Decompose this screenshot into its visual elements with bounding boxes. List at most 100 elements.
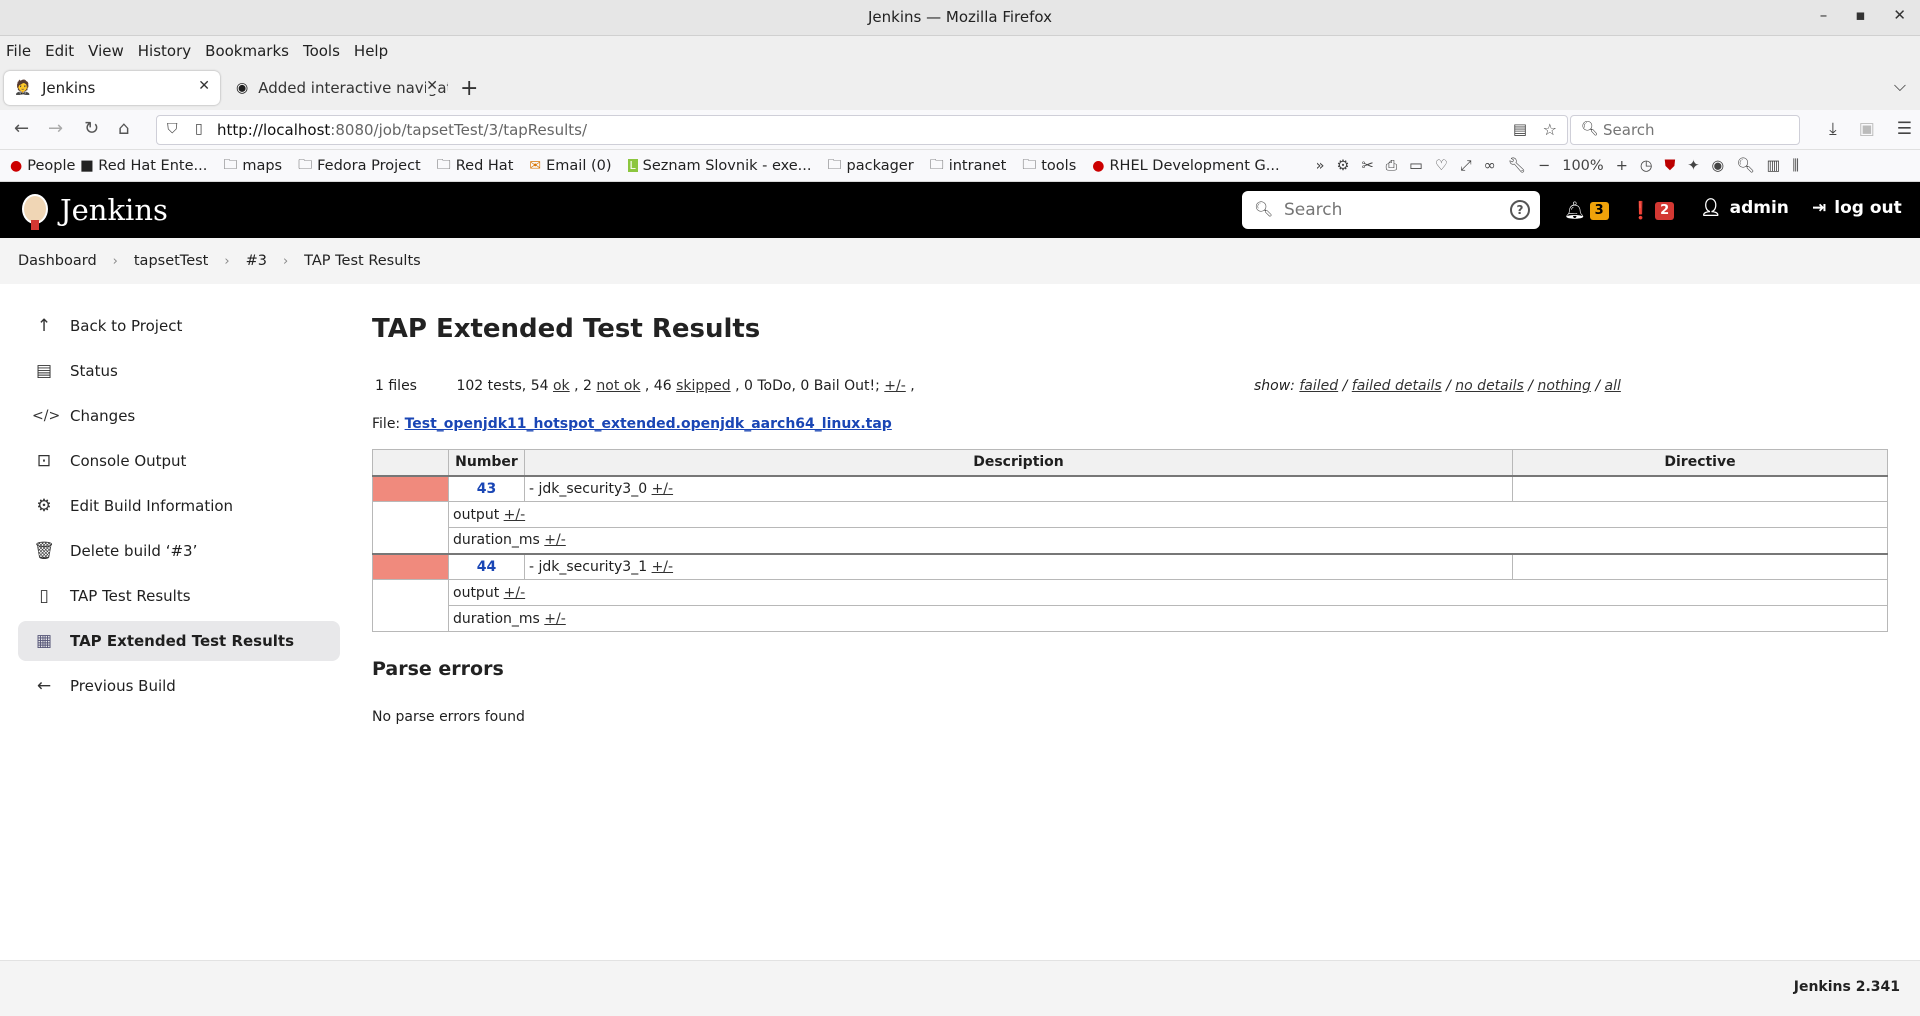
menu-edit[interactable]: Edit — [45, 42, 74, 60]
sidebar-item-edit-build-information[interactable]: ⚙ Edit Build Information — [18, 486, 340, 526]
help-icon[interactable]: ? — [1510, 200, 1530, 220]
search-icon[interactable]: 🔍︎ — [1736, 157, 1754, 174]
duration-toggle-link[interactable]: +/- — [544, 532, 566, 548]
menu-history[interactable]: History — [138, 42, 191, 60]
breadcrumb-dashboard[interactable]: Dashboard — [18, 253, 97, 269]
url-bar[interactable]: ⛉ ▯ http://localhost:8080/job/tapsetTest… — [156, 115, 1568, 145]
sidebar-item-back-to-project[interactable]: ↑ Back to Project — [18, 306, 340, 346]
show-no-details-link[interactable]: no details — [1455, 378, 1524, 394]
reader-icon[interactable]: ▥ — [1767, 158, 1781, 174]
output-toggle-link[interactable]: +/- — [504, 585, 526, 601]
sidebar-item-status[interactable]: ▤ Status — [18, 351, 340, 391]
browser-search-input[interactable] — [1601, 119, 1791, 141]
show-failed-details-link[interactable]: failed details — [1352, 378, 1442, 394]
breadcrumb-project[interactable]: tapsetTest — [134, 253, 209, 269]
skipped-link[interactable]: skipped — [676, 378, 731, 394]
print-icon[interactable]: ⎙ — [1386, 158, 1398, 174]
pocket-icon[interactable]: ♡ — [1435, 158, 1448, 174]
not-ok-link[interactable]: not ok — [596, 378, 640, 394]
close-tab-icon[interactable]: ✕ — [198, 78, 210, 94]
description-toggle-link[interactable]: +/- — [652, 481, 674, 497]
mask-icon[interactable]: ∞ — [1484, 158, 1496, 174]
extension-icon[interactable]: ✦ — [1687, 158, 1699, 174]
shield-icon[interactable]: ⛉ — [167, 121, 178, 137]
tab-github[interactable]: ◉ Added interactive navigati ✕ — [226, 71, 448, 105]
ok-link[interactable]: ok — [553, 378, 570, 394]
bookmark-item[interactable]: ✉ Email (0) — [529, 158, 611, 174]
breadcrumb-build[interactable]: #3 — [246, 253, 267, 269]
bookmark-star-icon[interactable]: ☆ — [1543, 120, 1557, 139]
maximize-icon[interactable]: ▪ — [1855, 6, 1865, 24]
close-window-icon[interactable]: ✕ — [1893, 6, 1906, 24]
chevron-down-icon[interactable]: ⌵ — [1894, 76, 1906, 96]
bookmark-item[interactable]: ● RHEL Development G... — [1092, 158, 1279, 174]
reload-icon[interactable]: ↻ — [84, 118, 99, 139]
forward-icon[interactable]: → — [48, 118, 63, 139]
bookmark-item[interactable]: ● People ■ Red Hat Ente... — [10, 158, 207, 174]
user-menu[interactable]: 👤︎ admin — [1700, 198, 1789, 218]
menu-file[interactable]: File — [6, 42, 31, 60]
show-all-link[interactable]: all — [1605, 378, 1621, 394]
output-toggle-link[interactable]: +/- — [504, 507, 526, 523]
breadcrumb-tap-results[interactable]: TAP Test Results — [304, 253, 421, 269]
jenkins-version[interactable]: Jenkins 2.341 — [1794, 979, 1900, 995]
menu-help[interactable]: Help — [354, 42, 388, 60]
sidebar-item-tap-extended-test-results[interactable]: ▦ TAP Extended Test Results — [18, 621, 340, 661]
home-icon[interactable]: ⌂ — [118, 118, 129, 139]
sidebar-item-changes[interactable]: </> Changes — [18, 396, 340, 436]
bookmark-item[interactable]: 🗀 intranet — [930, 154, 1007, 178]
description-toggle-link[interactable]: +/- — [652, 559, 674, 575]
new-tab-icon[interactable]: + — [460, 76, 478, 101]
tap-file-link[interactable]: Test_openjdk11_hotspot_extended.openjdk_… — [405, 416, 892, 432]
sidebar-item-console-output[interactable]: ⊡ Console Output — [18, 441, 340, 481]
show-nothing-link[interactable]: nothing — [1537, 378, 1590, 394]
menu-tools[interactable]: Tools — [303, 42, 340, 60]
zoom-out-icon[interactable]: − — [1538, 158, 1550, 174]
ublock-icon[interactable]: ⛊ — [1665, 158, 1676, 174]
sidebar-item-tap-test-results[interactable]: ▯ TAP Test Results — [18, 576, 340, 616]
extension-icon[interactable]: ▣ — [1859, 119, 1875, 139]
bookmark-item[interactable]: 🗀 tools — [1022, 154, 1076, 178]
test-number[interactable]: 43 — [448, 474, 525, 502]
security-alerts-button[interactable]: ❗ 2 — [1630, 201, 1675, 221]
browser-search-box[interactable]: 🔍︎ — [1570, 115, 1800, 145]
bookmark-item[interactable]: 🗀 maps — [223, 154, 282, 178]
menu-view[interactable]: View — [88, 42, 124, 60]
back-icon[interactable]: ← — [14, 118, 29, 139]
more-bookmarks-icon[interactable]: » — [1316, 158, 1325, 174]
sidebar-item-previous-build[interactable]: ← Previous Build — [18, 666, 340, 706]
tab-jenkins[interactable]: 🤵 Jenkins ✕ — [4, 71, 220, 105]
sidebar-icon[interactable]: ▭ — [1409, 158, 1423, 174]
download-icon[interactable]: ⤓ — [1829, 119, 1837, 139]
bookmark-item[interactable]: 🗀 packager — [828, 154, 914, 178]
bookmark-item[interactable]: 🗀 Fedora Project — [298, 154, 421, 178]
hamburger-menu-icon[interactable]: ☰ — [1897, 119, 1912, 139]
summary-toggle-link[interactable]: +/- — [884, 378, 906, 394]
test-number[interactable]: 44 — [448, 552, 525, 580]
bookmark-item[interactable]: 🗀 Red Hat — [437, 154, 514, 178]
jenkins-search-input[interactable] — [1282, 197, 1492, 223]
logout-button[interactable]: ⇥ log out — [1812, 198, 1902, 218]
close-tab-icon[interactable]: ✕ — [426, 78, 438, 94]
reader-view-icon[interactable]: ▤ — [1513, 120, 1527, 138]
wrench-icon[interactable]: 🔧︎ — [1508, 157, 1526, 174]
sidebar-item-delete-build[interactable]: 🗑︎ Delete build ‘#3’ — [18, 531, 340, 571]
show-failed-link[interactable]: failed — [1299, 378, 1338, 394]
history-icon[interactable]: ◷ — [1640, 158, 1653, 174]
library-icon[interactable]: ⫼ — [1792, 158, 1799, 174]
duration-toggle-link[interactable]: +/- — [544, 611, 566, 627]
url-text[interactable]: http://localhost:8080/job/tapsetTest/3/t… — [217, 121, 587, 139]
bookmark-item[interactable]: L Seznam Slovnik - exe... — [627, 158, 812, 174]
fullscreen-icon[interactable]: ⤢ — [1460, 158, 1472, 174]
jenkins-logo[interactable]: Jenkins — [18, 190, 168, 230]
toolbar-icon[interactable]: ⚙ — [1336, 158, 1349, 174]
screenshot-icon[interactable]: ✂ — [1361, 158, 1373, 174]
account-icon[interactable]: ◉ — [1712, 158, 1725, 174]
zoom-level[interactable]: 100% — [1562, 158, 1603, 174]
jenkins-search-box[interactable]: 🔍︎ ? — [1242, 191, 1540, 229]
minimize-icon[interactable]: – — [1820, 6, 1828, 24]
zoom-in-icon[interactable]: + — [1616, 158, 1628, 174]
email-icon: ✉ — [529, 157, 542, 174]
menu-bookmarks[interactable]: Bookmarks — [205, 42, 289, 60]
notifications-button[interactable]: 🔔︎ 3 — [1564, 201, 1609, 221]
